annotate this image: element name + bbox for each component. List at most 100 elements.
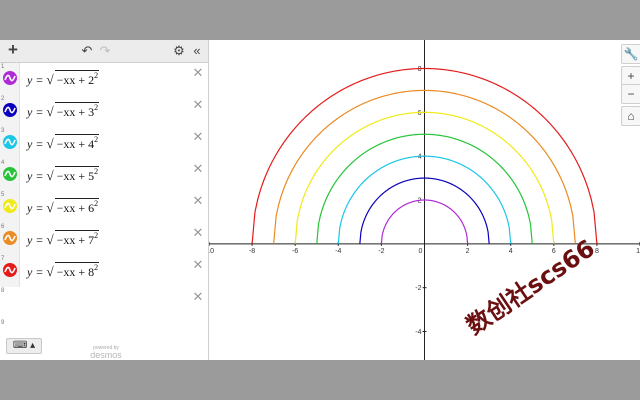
zoom-in-button[interactable]: + <box>621 66 640 86</box>
expression-index: 1 <box>1 64 5 70</box>
formula-radicand: −xx + 2 <box>56 73 95 87</box>
wave-icon <box>4 74 16 82</box>
expression-index: 8 <box>1 288 5 294</box>
expression-index: 2 <box>1 96 5 102</box>
sqrt-symbol: √ <box>46 168 54 183</box>
expression-row[interactable]: 6 y = √ −xx + 72 ✕ <box>0 223 208 256</box>
formula-exponent: 2 <box>94 167 99 176</box>
keyboard-toggle-button[interactable]: ⌨ ▴ <box>6 338 42 354</box>
gear-icon[interactable]: ⚙ <box>172 43 186 59</box>
formula-prefix: y = <box>27 73 47 87</box>
expression-row[interactable]: 1 y = √ −xx + 22 ✕ <box>0 63 208 96</box>
expression-row[interactable]: 7 y = √ −xx + 82 ✕ <box>0 255 208 288</box>
graph-color-icon[interactable] <box>3 135 17 149</box>
wave-icon <box>4 138 16 146</box>
formula-radicand: −xx + 6 <box>56 201 95 215</box>
expression-index: 6 <box>1 224 5 230</box>
expression-formula[interactable]: y = √ −xx + 32 <box>27 102 100 120</box>
wave-icon <box>4 266 16 274</box>
x-tick-label: 2 <box>466 248 470 255</box>
graph-color-icon[interactable] <box>3 103 17 117</box>
wave-icon <box>4 106 16 114</box>
formula-radicand: −xx + 7 <box>56 233 95 247</box>
wave-icon <box>4 170 16 178</box>
expression-index: 7 <box>1 256 5 262</box>
home-icon[interactable]: ⌂ <box>621 106 640 126</box>
expression-index: 4 <box>1 160 5 166</box>
delete-expression-icon[interactable]: ✕ <box>192 161 204 177</box>
x-tick-label: -4 <box>335 248 341 255</box>
graph-color-icon[interactable] <box>3 263 17 277</box>
graph-svg: -10-8-6-4-202468108642-2-4 <box>209 40 640 360</box>
y-tick-label: -2 <box>415 285 421 292</box>
expression-tab[interactable]: 6 <box>0 223 20 255</box>
expression-tab[interactable]: 4 <box>0 159 20 191</box>
y-tick-label: 8 <box>418 66 422 73</box>
y-tick-label: -4 <box>415 329 421 336</box>
x-tick-label: -2 <box>378 248 384 255</box>
wrench-icon[interactable]: 🔧 <box>621 44 640 64</box>
x-tick-label: 10 <box>636 248 640 255</box>
graph-color-icon[interactable] <box>3 71 17 85</box>
delete-expression-icon[interactable]: ✕ <box>192 97 204 113</box>
empty-expression-row[interactable]: 8 ✕ <box>0 287 208 320</box>
expression-formula[interactable]: y = √ −xx + 22 <box>27 70 100 88</box>
graph-color-icon[interactable] <box>3 167 17 181</box>
expression-tab[interactable]: 3 <box>0 127 20 159</box>
collapse-panel-icon[interactable]: « <box>190 43 204 59</box>
expression-row[interactable]: 4 y = √ −xx + 52 ✕ <box>0 159 208 192</box>
expression-index: 5 <box>1 192 5 198</box>
expression-formula[interactable]: y = √ −xx + 82 <box>27 262 100 280</box>
formula-prefix: y = <box>27 105 47 119</box>
sqrt-symbol: √ <box>46 72 54 87</box>
expression-formula[interactable]: y = √ −xx + 52 <box>27 166 100 184</box>
formula-prefix: y = <box>27 265 47 279</box>
expression-formula[interactable]: y = √ −xx + 42 <box>27 134 100 152</box>
expression-tab[interactable]: 2 <box>0 95 20 127</box>
expression-index: 3 <box>1 128 5 134</box>
sqrt-symbol: √ <box>46 232 54 247</box>
y-tick-label: 6 <box>418 110 422 117</box>
expression-row[interactable]: 3 y = √ −xx + 42 ✕ <box>0 127 208 160</box>
formula-exponent: 2 <box>94 231 99 240</box>
formula-prefix: y = <box>27 201 47 215</box>
delete-expression-icon[interactable]: ✕ <box>192 225 204 241</box>
delete-expression-icon[interactable]: ✕ <box>192 193 204 209</box>
formula-radicand: −xx + 4 <box>56 137 95 151</box>
expression-panel: + ↶ ↷ ⚙ « 1y = √ −xx + 22 ✕ 2 y = √ −xx + 32 ✕… <box>0 40 209 360</box>
graph-color-icon[interactable] <box>3 199 17 213</box>
delete-expression-icon[interactable]: ✕ <box>192 129 204 145</box>
undo-icon[interactable]: ↶ <box>80 43 94 59</box>
x-tick-label: 4 <box>509 248 513 255</box>
calculator-app: + ↶ ↷ ⚙ « 1y = √ −xx + 22 ✕ 2 y = √ −xx + 32 ✕… <box>0 40 640 360</box>
sqrt-symbol: √ <box>46 104 54 119</box>
graph-canvas[interactable]: -10-8-6-4-202468108642-2-4 🔧 + − ⌂ <box>209 40 640 360</box>
formula-radicand: −xx + 3 <box>56 105 95 119</box>
expression-formula[interactable]: y = √ −xx + 62 <box>27 198 100 216</box>
delete-expression-icon[interactable]: ✕ <box>192 289 204 305</box>
expression-toolbar: + ↶ ↷ ⚙ « <box>0 40 208 63</box>
formula-exponent: 2 <box>94 103 99 112</box>
desmos-logo[interactable]: desmos <box>84 350 128 360</box>
expression-tab[interactable]: 5 <box>0 191 20 223</box>
expression-index: 9 <box>1 320 5 326</box>
sqrt-symbol: √ <box>46 136 54 151</box>
expression-tab[interactable]: 1 <box>0 63 20 95</box>
expression-tab[interactable]: 7 <box>0 255 20 287</box>
sqrt-symbol: √ <box>46 264 54 279</box>
redo-icon[interactable]: ↷ <box>98 43 112 59</box>
formula-radicand: −xx + 8 <box>56 265 95 279</box>
graph-color-icon[interactable] <box>3 231 17 245</box>
formula-radicand: −xx + 5 <box>56 169 95 183</box>
delete-expression-icon[interactable]: ✕ <box>192 65 204 81</box>
zoom-out-button[interactable]: − <box>621 84 640 104</box>
x-tick-label: -8 <box>249 248 255 255</box>
wave-icon <box>4 202 16 210</box>
expression-row[interactable]: 5 y = √ −xx + 62 ✕ <box>0 191 208 224</box>
add-expression-button[interactable]: + <box>6 41 20 58</box>
empty-expression-row[interactable]: 9 <box>0 319 208 331</box>
expression-formula[interactable]: y = √ −xx + 72 <box>27 230 100 248</box>
delete-expression-icon[interactable]: ✕ <box>192 257 204 273</box>
formula-exponent: 2 <box>94 71 99 80</box>
expression-row[interactable]: 2y = √ −xx + 32 ✕ <box>0 95 208 128</box>
